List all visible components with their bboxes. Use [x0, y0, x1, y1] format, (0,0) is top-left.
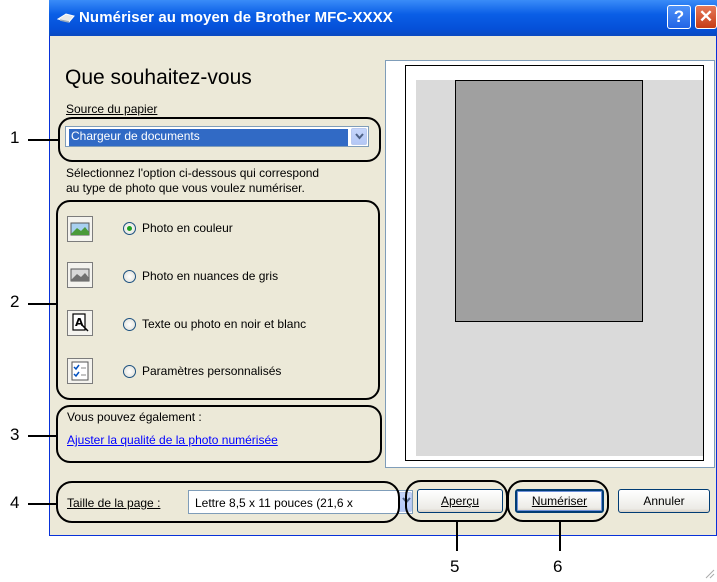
cancel-button-label: Annuler [643, 494, 685, 508]
callout-number-2: 2 [10, 292, 20, 311]
callout-number-3: 3 [10, 425, 20, 444]
close-button[interactable]: ✕ [695, 5, 717, 29]
callout-number-1: 1 [10, 128, 20, 147]
window-title: Numériser au moyen de Brother MFC-XXXX [79, 9, 393, 26]
title-bar[interactable]: Numériser au moyen de Brother MFC-XXXX ?… [49, 0, 717, 36]
callout-number-5: 5 [450, 557, 460, 576]
callout-box-2 [56, 200, 380, 400]
preview-document [455, 80, 643, 322]
instruction-line-1: Sélectionnez l'option ci-dessous qui cor… [66, 166, 320, 180]
callout-line-5 [456, 521, 458, 551]
callout-line-3 [28, 435, 56, 437]
scanner-icon [56, 10, 75, 26]
instruction-text: Sélectionnez l'option ci-dessous qui cor… [66, 166, 319, 196]
paper-source-label: Source du papier [66, 102, 158, 116]
resize-grip-icon[interactable] [705, 568, 715, 579]
callout-box-4 [56, 481, 400, 523]
callout-line-2 [28, 303, 56, 305]
help-button[interactable]: ? [667, 5, 691, 29]
cancel-button[interactable]: Annuler [618, 489, 710, 513]
callout-number-6: 6 [553, 557, 563, 576]
callout-box-5 [405, 480, 508, 522]
page-heading: Que souhaitez-vous [65, 66, 252, 89]
callout-box-1 [58, 117, 381, 162]
callout-number-4: 4 [10, 493, 20, 512]
callout-line-6 [559, 521, 561, 551]
callout-line-1 [28, 139, 58, 141]
callout-box-3 [56, 405, 382, 463]
instruction-line-2: au type de photo que vous voulez numéris… [66, 181, 305, 195]
callout-line-4 [28, 503, 56, 505]
callout-box-6 [507, 480, 609, 522]
